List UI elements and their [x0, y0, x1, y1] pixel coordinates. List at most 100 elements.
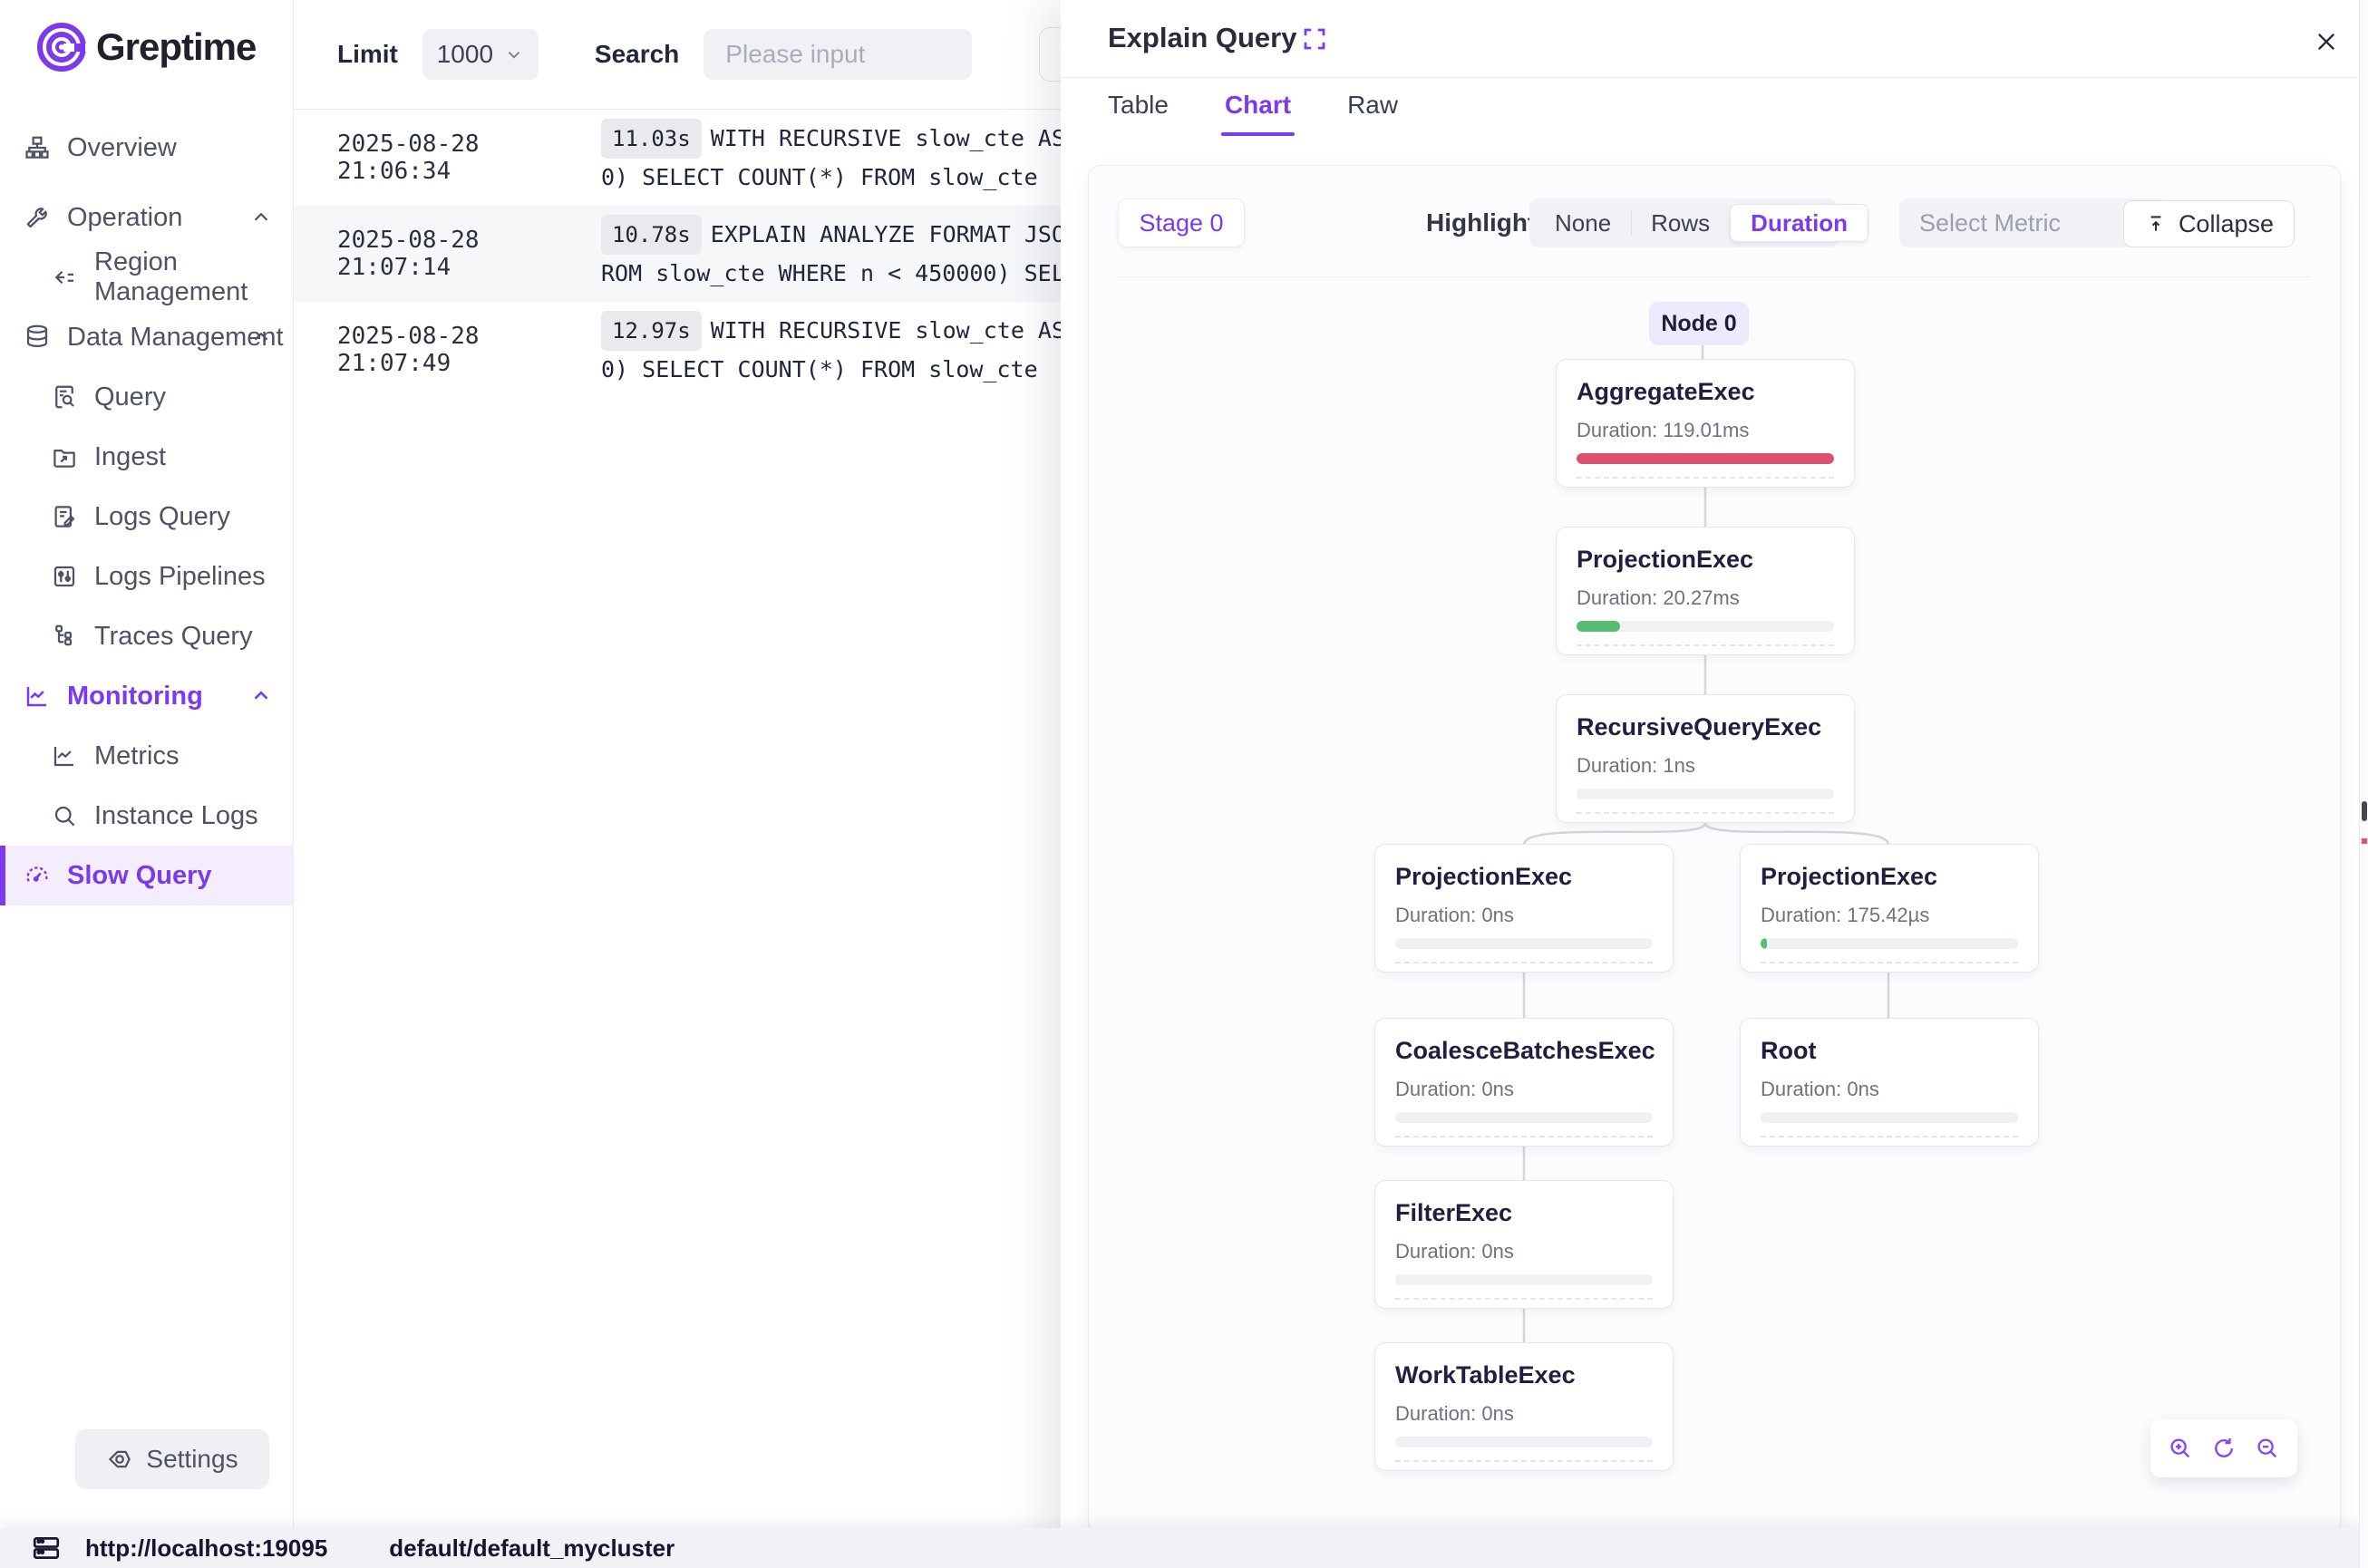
scrollbar-thumb[interactable]	[2362, 801, 2367, 821]
sidebar: Greptime Overview Operation Region Manag…	[0, 0, 294, 1568]
node-duration: Duration: 1ns	[1577, 754, 1834, 778]
node-duration: Duration: 0ns	[1761, 1078, 2018, 1101]
node-title: FilterExec	[1395, 1199, 1653, 1227]
monitoring-chart-icon	[24, 682, 51, 710]
node-title: CoalesceBatchesExec	[1395, 1037, 1653, 1065]
sidebar-item-query[interactable]: Query	[0, 367, 293, 427]
plan-node-projection-exec-right[interactable]: ProjectionExec Duration: 175.42µs	[1740, 844, 2039, 973]
limit-select[interactable]: 1000	[422, 29, 539, 80]
sidebar-item-data-management[interactable]: Data Management	[0, 307, 293, 367]
sidebar-item-traces-query[interactable]: Traces Query	[0, 606, 293, 666]
sidebar-item-region-management[interactable]: Region Management	[0, 247, 293, 307]
duration-bar-track	[1577, 621, 1834, 632]
row-timestamp: 2025-08-28 21:07:49	[295, 323, 601, 377]
plan-node-recursive-query-exec[interactable]: RecursiveQueryExec Duration: 1ns	[1556, 694, 1855, 823]
drawer-title: Explain Query	[1108, 22, 1296, 54]
cluster-name[interactable]: default/default_mycluster	[389, 1534, 674, 1563]
close-icon[interactable]	[2310, 25, 2343, 58]
duration-bar-track	[1577, 789, 1834, 799]
dashed-divider	[1395, 1136, 1653, 1137]
fullscreen-expand-icon[interactable]	[1301, 25, 1328, 53]
highlight-option-none[interactable]: None	[1535, 204, 1631, 242]
duration-bar-track	[1395, 1112, 1653, 1123]
sidebar-item-label: Instance Logs	[94, 801, 258, 831]
app-window: Greptime Overview Operation Region Manag…	[0, 0, 2368, 1568]
sidebar-menu: Overview Operation Region Management Dat…	[0, 119, 293, 905]
sidebar-item-label: Traces Query	[94, 622, 253, 652]
drawer-tabs: Table Chart Raw	[1108, 91, 1398, 136]
region-management-icon	[51, 264, 78, 291]
sidebar-item-logs-query[interactable]: Logs Query	[0, 487, 293, 547]
row-timestamp: 2025-08-28 21:07:14	[295, 227, 601, 281]
plan-node-coalesce-batches-exec[interactable]: CoalesceBatchesExec Duration: 0ns	[1374, 1018, 1674, 1147]
server-icon	[31, 1533, 62, 1563]
node-title: WorkTableExec	[1395, 1361, 1653, 1389]
overview-icon	[24, 134, 51, 161]
tab-table[interactable]: Table	[1108, 91, 1169, 136]
plan-node-work-table-exec[interactable]: WorkTableExec Duration: 0ns	[1374, 1342, 1674, 1471]
duration-bar-fill	[1761, 938, 1767, 949]
node-title: ProjectionExec	[1577, 546, 1834, 574]
highlight-option-duration[interactable]: Duration	[1730, 204, 1868, 242]
search-input[interactable]	[704, 29, 972, 80]
sidebar-item-logs-pipelines[interactable]: Logs Pipelines	[0, 547, 293, 606]
endpoint-url[interactable]: http://localhost:19095	[85, 1534, 327, 1563]
sidebar-item-ingest[interactable]: Ingest	[0, 427, 293, 487]
tab-chart[interactable]: Chart	[1225, 91, 1291, 136]
chart-controls: Stage 0 Highlight None Rows Duration Sel…	[1118, 198, 2311, 247]
node-duration: Duration: 0ns	[1395, 1078, 1653, 1101]
node-duration: Duration: 119.01ms	[1577, 419, 1834, 442]
sidebar-item-label: Metrics	[94, 741, 179, 771]
stage-button[interactable]: Stage 0	[1118, 198, 1245, 247]
limit-label: Limit	[337, 40, 398, 69]
dashed-divider	[1395, 1460, 1653, 1462]
brand-logo: Greptime	[36, 22, 256, 73]
sidebar-item-operation[interactable]: Operation	[0, 188, 293, 247]
dashed-divider	[1395, 1298, 1653, 1300]
dashed-divider	[1761, 962, 2018, 963]
sidebar-item-monitoring[interactable]: Monitoring	[0, 666, 293, 726]
stage-node-badge[interactable]: Node 0	[1649, 302, 1749, 345]
sidebar-item-metrics[interactable]: Metrics	[0, 726, 293, 786]
highlight-label: Highlight	[1426, 198, 1536, 247]
duration-bar-track	[1395, 1437, 1653, 1447]
duration-bar-fill	[1577, 453, 1834, 464]
collapse-button[interactable]: Collapse	[2123, 200, 2295, 247]
settings-button[interactable]: Settings	[75, 1429, 269, 1489]
duration-badge: 11.03s	[601, 119, 702, 159]
sidebar-item-label: Overview	[67, 133, 177, 163]
plan-node-projection-exec-left[interactable]: ProjectionExec Duration: 0ns	[1374, 844, 1674, 973]
node-title: ProjectionExec	[1395, 863, 1653, 891]
duration-bar-track	[1761, 938, 2018, 949]
sidebar-item-label: Logs Pipelines	[94, 562, 266, 592]
plan-node-filter-exec[interactable]: FilterExec Duration: 0ns	[1374, 1180, 1674, 1309]
chevron-up-icon[interactable]	[249, 684, 273, 708]
highlight-option-rows[interactable]: Rows	[1631, 204, 1730, 242]
chevron-up-icon[interactable]	[249, 206, 273, 229]
sidebar-item-instance-logs[interactable]: Instance Logs	[0, 786, 293, 846]
tab-raw[interactable]: Raw	[1347, 91, 1398, 136]
duration-bar-track	[1395, 938, 1653, 949]
duration-bar-track	[1577, 453, 1834, 464]
metric-select-placeholder: Select Metric	[1919, 209, 2061, 237]
sidebar-item-label: Operation	[67, 203, 182, 233]
collapse-label: Collapse	[2179, 210, 2274, 238]
plan-node-projection-exec[interactable]: ProjectionExec Duration: 20.27ms	[1556, 527, 1855, 655]
vertical-scrollbar[interactable]	[2359, 0, 2368, 1568]
scrollbar-highlight-mark	[2362, 838, 2367, 844]
chevron-down-icon	[504, 44, 524, 64]
row-timestamp: 2025-08-28 21:06:34	[295, 131, 601, 185]
dashed-divider	[1577, 477, 1834, 479]
search-icon	[51, 802, 78, 829]
plan-node-aggregate-exec[interactable]: AggregateExec Duration: 119.01ms	[1556, 359, 1855, 488]
sidebar-item-slow-query[interactable]: Slow Query	[0, 846, 293, 905]
drawer-header: Explain Query	[1061, 0, 2368, 78]
dashed-divider	[1577, 644, 1834, 646]
plan-node-root[interactable]: Root Duration: 0ns	[1740, 1018, 2039, 1147]
sidebar-item-overview[interactable]: Overview	[0, 119, 293, 177]
explain-query-drawer: Explain Query Table Chart Raw Stage 0 Hi…	[1061, 0, 2368, 1568]
chevron-up-icon[interactable]	[249, 325, 273, 349]
node-title: Root	[1761, 1037, 2018, 1065]
duration-bar-track	[1395, 1274, 1653, 1285]
wrench-icon	[24, 204, 51, 231]
